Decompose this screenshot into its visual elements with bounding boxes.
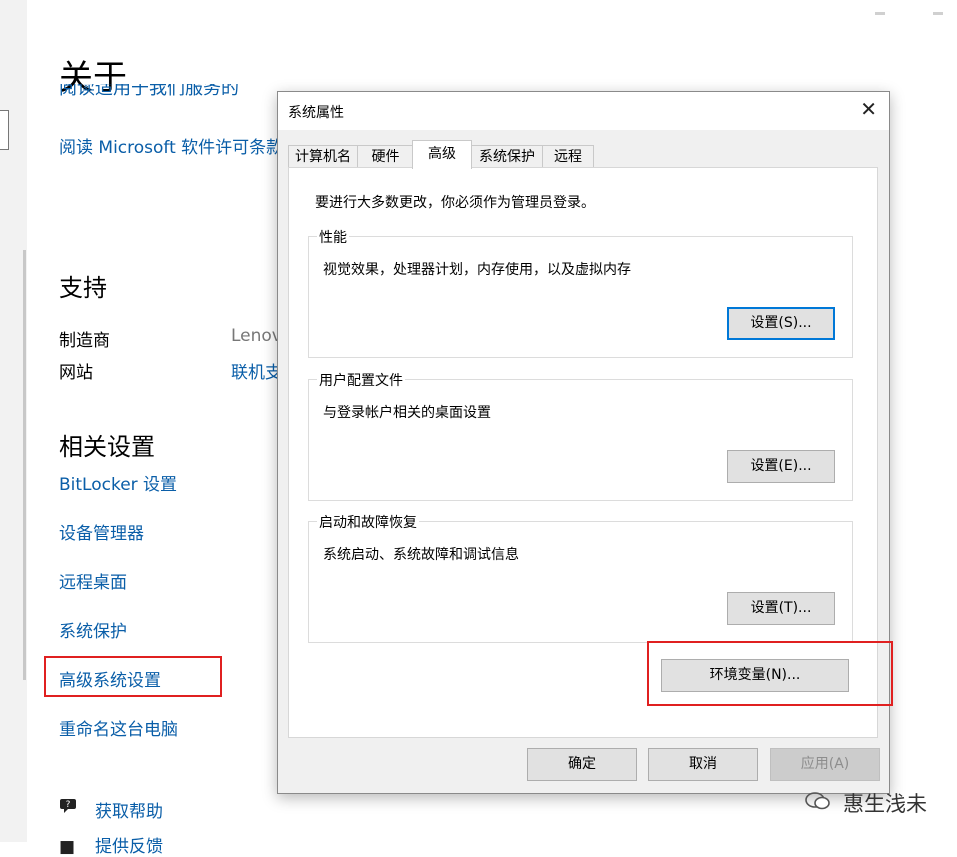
user-profiles-settings-button[interactable]: 设置(E)...	[727, 450, 835, 483]
ok-button[interactable]: 确定	[527, 748, 637, 781]
device-manager-link[interactable]: 设备管理器	[59, 519, 144, 544]
dialog-titlebar[interactable]: 系统属性 ✕	[278, 92, 889, 130]
license-link[interactable]: 阅读 Microsoft 软件许可条款	[59, 133, 283, 158]
tab-computer-name[interactable]: 计算机名	[288, 145, 358, 168]
user-profiles-legend: 用户配置文件	[317, 370, 405, 390]
highlight-box-env-button	[647, 641, 893, 706]
user-profiles-group: 用户配置文件 与登录帐户相关的桌面设置 设置(E)...	[308, 370, 853, 501]
performance-group: 性能 视觉效果，处理器计划，内存使用，以及虚拟内存 设置(S)...	[308, 227, 853, 358]
clipped-link[interactable]: 阅读适用于我们服务的	[59, 84, 239, 102]
apply-button[interactable]: 应用(A)	[770, 748, 880, 781]
close-icon[interactable]: ✕	[860, 97, 877, 121]
startup-recovery-description: 系统启动、系统故障和调试信息	[323, 547, 519, 563]
support-heading: 支持	[59, 274, 107, 302]
startup-recovery-legend: 启动和故障恢复	[317, 512, 419, 532]
user-profiles-description: 与登录帐户相关的桌面设置	[323, 405, 491, 421]
tab-hardware[interactable]: 硬件	[357, 145, 414, 168]
svg-text:?: ?	[66, 800, 71, 810]
dialog-title: 系统属性	[288, 105, 344, 121]
scrollbar[interactable]	[23, 250, 26, 680]
tab-system-protection[interactable]: 系统保护	[471, 145, 543, 168]
admin-notice: 要进行大多数更改，你必须作为管理员登录。	[315, 195, 595, 211]
feedback-link[interactable]: 提供反馈	[95, 837, 163, 857]
performance-legend: 性能	[317, 227, 349, 247]
nav-item-box[interactable]	[0, 110, 9, 150]
feedback-icon: ■	[59, 837, 76, 857]
system-protection-link[interactable]: 系统保护	[59, 617, 127, 642]
manufacturer-value: Lenovo	[231, 326, 277, 346]
startup-recovery-settings-button[interactable]: 设置(T)...	[727, 592, 835, 625]
remote-desktop-link[interactable]: 远程桌面	[59, 568, 127, 593]
performance-settings-button[interactable]: 设置(S)...	[727, 307, 835, 340]
watermark: 惠生浅未	[805, 788, 927, 818]
tab-remote[interactable]: 远程	[542, 145, 594, 168]
tab-advanced[interactable]: 高级	[412, 140, 472, 169]
left-nav-strip	[0, 0, 27, 842]
rename-pc-link[interactable]: 重命名这台电脑	[59, 715, 178, 740]
feedback-row[interactable]: ■ 提供反馈	[59, 832, 163, 857]
related-settings-heading: 相关设置	[59, 433, 155, 461]
help-icon: ?	[59, 797, 81, 822]
manufacturer-label: 制造商	[59, 331, 110, 351]
website-link[interactable]: 联机支持	[231, 358, 277, 383]
window-controls	[827, 0, 943, 15]
website-label: 网站	[59, 363, 93, 383]
startup-recovery-group: 启动和故障恢复 系统启动、系统故障和调试信息 设置(T)...	[308, 512, 853, 643]
get-help-row[interactable]: ? 获取帮助	[59, 797, 163, 822]
bitlocker-link[interactable]: BitLocker 设置	[59, 470, 177, 495]
watermark-text: 惠生浅未	[843, 792, 927, 816]
highlight-box-advanced-link	[44, 656, 222, 697]
wechat-icon	[805, 792, 837, 816]
cancel-button[interactable]: 取消	[648, 748, 758, 781]
get-help-link[interactable]: 获取帮助	[95, 802, 163, 822]
performance-description: 视觉效果，处理器计划，内存使用，以及虚拟内存	[323, 262, 631, 278]
